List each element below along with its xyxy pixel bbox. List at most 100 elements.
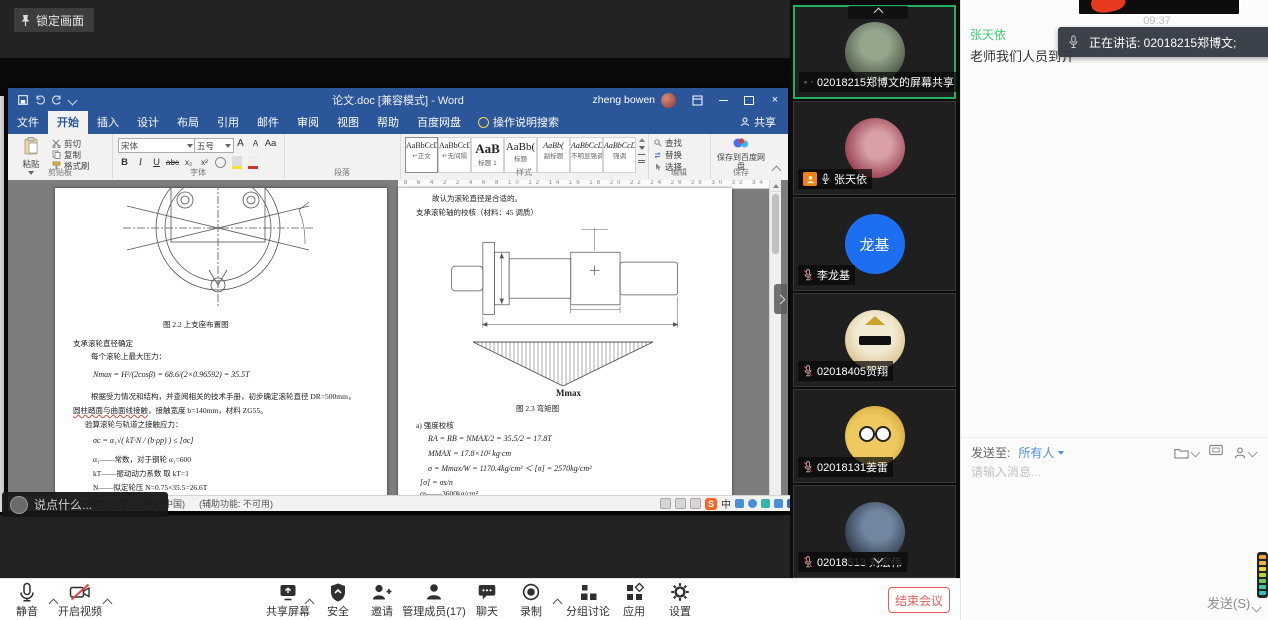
editing-group: 查找 替换 选择 编辑 [648,134,711,179]
print-layout-icon[interactable] [675,498,686,509]
quick-comment-bubble[interactable]: 说点什么... [2,492,168,517]
minimize-button[interactable] [710,88,736,112]
tab-layout[interactable]: 布局 [168,111,208,134]
tab-mailings[interactable]: 邮件 [248,111,288,134]
sogou-ime-icon[interactable]: S [705,498,717,510]
doc-line: 支承滚轮轴的校核（材料：45 调质） [416,207,538,218]
account-avatar[interactable] [661,93,676,108]
participant-tile-sharing[interactable]: 02018215郑博文的屏幕共享 [793,5,956,99]
tab-help[interactable]: 帮助 [368,111,408,134]
ime-clipboard-icon[interactable] [774,499,783,508]
record-button[interactable]: 录制 [508,582,554,619]
close-button[interactable]: × [762,88,788,112]
participant-tile[interactable]: 龙基 李龙基 [793,197,956,291]
speaking-now-text: 正在讲话: 02018215郑博文; [1089,34,1236,51]
font-name-select[interactable]: 宋体 [118,138,196,153]
paste-icon [23,137,39,155]
scroll-up-button[interactable] [770,180,781,192]
tab-baidu-netdisk[interactable]: 百度网盘 [408,111,470,134]
breakout-rooms-label: 分组讨论 [566,606,610,618]
share-button[interactable]: 共享 [728,111,788,134]
replace-button[interactable]: 替换 [648,149,710,161]
meeting-toolbar: 静音 开启视频 共享屏幕 安全 邀请 管理成员(17) 聊天 [0,578,960,620]
screenshot-button[interactable] [1208,443,1224,462]
breakout-rooms-button[interactable]: 分组讨论 [560,582,616,619]
word-titlebar: 论文.doc [兼容模式] - Word zheng bowen × [8,88,788,112]
pin-view-button[interactable]: 锁定画面 [14,8,94,32]
participant-tile[interactable]: 张天依 [793,101,956,195]
tab-file[interactable]: 文件 [8,111,48,134]
scroll-down-hint[interactable] [848,552,908,565]
speaking-mic-icon [1068,35,1079,49]
quick-access-caret-icon[interactable] [68,95,78,105]
doc-line: 支承滚轮直径确定 [73,338,133,349]
redo-icon[interactable] [52,95,62,105]
panel-collapse-tab[interactable] [774,284,787,314]
manage-members-button[interactable]: 管理成员(17) [395,582,473,619]
send-to-select[interactable]: 所有人 [1018,444,1064,461]
desktop-window-edge [0,96,4,512]
apps-button[interactable]: 应用 [612,582,656,619]
accessibility-status[interactable]: (辅助功能: 不可用) [199,497,273,510]
chat-button[interactable]: 聊天 [465,582,509,619]
manage-members-label: 管理成员(17) [402,606,466,618]
scroll-up-hint[interactable] [848,6,908,19]
participant-tile[interactable]: 02018131姜雷 [793,389,956,483]
ime-keyboard-icon[interactable] [761,499,770,508]
font-size-select[interactable]: 五号 [194,138,234,153]
copy-button[interactable]: 复制 [52,149,90,160]
cut-button[interactable]: 剪切 [52,138,90,149]
collapse-ribbon-icon[interactable] [772,166,782,176]
file-button[interactable] [1173,446,1199,460]
start-video-button[interactable]: 开启视频 [54,582,106,619]
paragraph-group-label: 段落 [284,167,400,178]
ime-mic-icon[interactable] [748,499,757,508]
font-name-caret-icon [187,144,193,148]
tell-me-search[interactable]: 操作说明搜索 [470,111,567,134]
tab-review[interactable]: 审阅 [288,111,328,134]
vertical-scrollbar[interactable] [769,180,781,496]
figure-caption: 图 2.3 弯矩图 [516,403,559,414]
tab-references[interactable]: 引用 [208,111,248,134]
document-area[interactable]: 8 6 4 2 2 4 6 8 10 12 14 16 18 20 22 24 … [8,180,788,496]
change-case-button[interactable]: Aa [264,137,277,150]
scrollbar-thumb[interactable] [772,194,779,254]
read-mode-icon[interactable] [660,498,671,509]
send-button[interactable]: 发送(S) [1201,592,1256,613]
person-icon [740,117,750,127]
restore-button[interactable] [736,88,762,112]
mention-button[interactable] [1233,446,1256,460]
share-options-caret[interactable] [306,594,313,612]
participant-name: 李龙基 [817,267,850,283]
undo-icon[interactable] [35,95,45,105]
styles-more-icon[interactable] [638,154,645,163]
video-options-caret[interactable] [104,594,111,612]
participant-tile[interactable]: 02018405贺翔 [793,293,956,387]
send-options-caret[interactable] [1253,598,1260,616]
save-icon[interactable] [18,95,28,105]
shrink-font-button[interactable]: A [249,137,262,150]
end-meeting-button[interactable]: 结束会议 [888,587,950,613]
settings-button[interactable]: 设置 [658,582,702,619]
style-sample: AaBbCcD [406,141,437,150]
tab-home[interactable]: 开始 [48,111,88,134]
style-sample: AaBb( [505,141,536,153]
participant-label: 李龙基 [798,265,855,285]
grow-font-button[interactable]: A [234,137,247,150]
ime-language-icon[interactable]: 中 [721,496,731,511]
chat-image-attachment[interactable] [1077,0,1241,16]
chat-input[interactable]: 请输入消息... [971,463,1041,480]
account-name[interactable]: zheng bowen [593,94,655,106]
tab-insert[interactable]: 插入 [88,111,128,134]
styles-scroll-up-icon[interactable] [639,138,645,142]
ribbon-display-options-button[interactable] [684,88,710,112]
tab-design[interactable]: 设计 [128,111,168,134]
styles-scroll-down-icon[interactable] [639,146,645,150]
tab-view[interactable]: 视图 [328,111,368,134]
find-button[interactable]: 查找 [648,137,710,149]
security-button[interactable]: 安全 [316,582,360,619]
send-to-value: 所有人 [1018,444,1054,461]
ime-tool-icon[interactable] [735,499,744,508]
mute-button[interactable]: 静音 [4,582,50,619]
web-layout-icon[interactable] [690,498,701,509]
